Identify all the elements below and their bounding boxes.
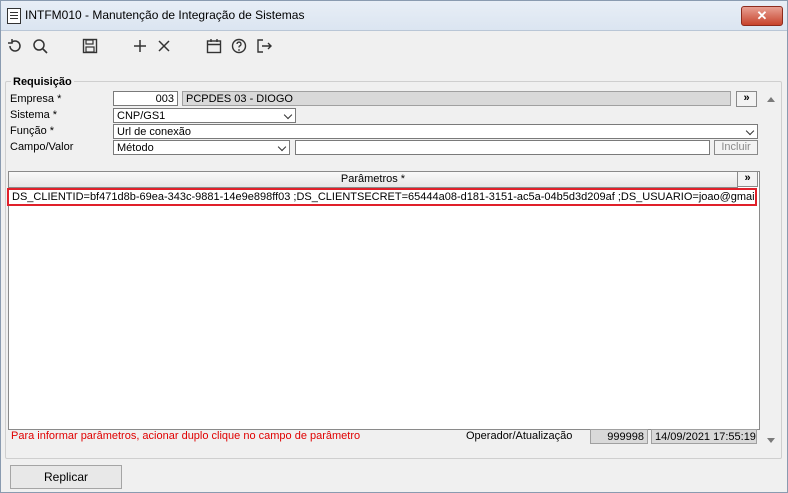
sistema-select[interactable]: CNP/GS1	[113, 108, 296, 123]
hint-text: Para informar parâmetros, acionar duplo …	[11, 430, 361, 442]
main-window: INTFM010 - Manutenção de Integração de S…	[0, 0, 788, 493]
funcao-select[interactable]: Url de conexão	[113, 124, 758, 139]
refresh-button[interactable]	[4, 36, 26, 56]
exit-button[interactable]	[253, 36, 275, 56]
parametros-row[interactable]: DS_CLIENTID=bf471d8b-69ea-343c-9881-14e9…	[7, 188, 757, 206]
add-icon	[134, 40, 146, 52]
group-title: Requisição	[11, 76, 74, 88]
parametros-expand-button[interactable]: »	[737, 171, 758, 187]
calendar-button[interactable]	[203, 36, 225, 56]
updated-field: 14/09/2021 17:55:19	[651, 429, 757, 444]
search-icon	[33, 39, 48, 54]
delete-button[interactable]	[153, 36, 175, 56]
operador-label: Operador/Atualização	[466, 430, 573, 442]
help-icon	[231, 38, 247, 54]
save-button[interactable]	[79, 36, 101, 56]
document-icon	[7, 8, 21, 24]
empresa-expand-button[interactable]: »	[736, 91, 757, 107]
scroll-down-icon[interactable]	[767, 438, 775, 443]
parametros-panel[interactable]	[8, 171, 760, 430]
refresh-icon	[8, 39, 21, 52]
toolbar	[1, 31, 787, 61]
save-icon	[82, 38, 98, 54]
valor-input[interactable]	[295, 140, 710, 155]
operador-field: 999998	[590, 429, 648, 444]
search-button[interactable]	[29, 36, 51, 56]
empresa-name-field: PCPDES 03 - DIOGO	[182, 91, 731, 106]
parametros-header: Parâmetros *	[8, 171, 738, 188]
close-button[interactable]: ✕	[741, 6, 783, 26]
incluir-button[interactable]: Incluir	[714, 140, 758, 155]
campo-select[interactable]: Método	[113, 140, 290, 155]
empresa-label: Empresa *	[10, 93, 62, 105]
add-button[interactable]	[129, 36, 151, 56]
funcao-label: Função *	[10, 125, 55, 137]
scroll-up-icon[interactable]	[767, 97, 775, 102]
calendar-icon	[206, 39, 222, 54]
empresa-code-field[interactable]: 003	[113, 91, 178, 106]
window-title: INTFM010 - Manutenção de Integração de S…	[25, 8, 305, 22]
campo-label: Campo/Valor	[10, 141, 74, 153]
delete-icon	[158, 40, 170, 52]
replicar-button[interactable]: Replicar	[10, 465, 122, 489]
exit-icon	[257, 39, 272, 53]
sistema-label: Sistema *	[10, 109, 58, 121]
help-button[interactable]	[228, 36, 250, 56]
title-bar: INTFM010 - Manutenção de Integração de S…	[1, 1, 787, 31]
